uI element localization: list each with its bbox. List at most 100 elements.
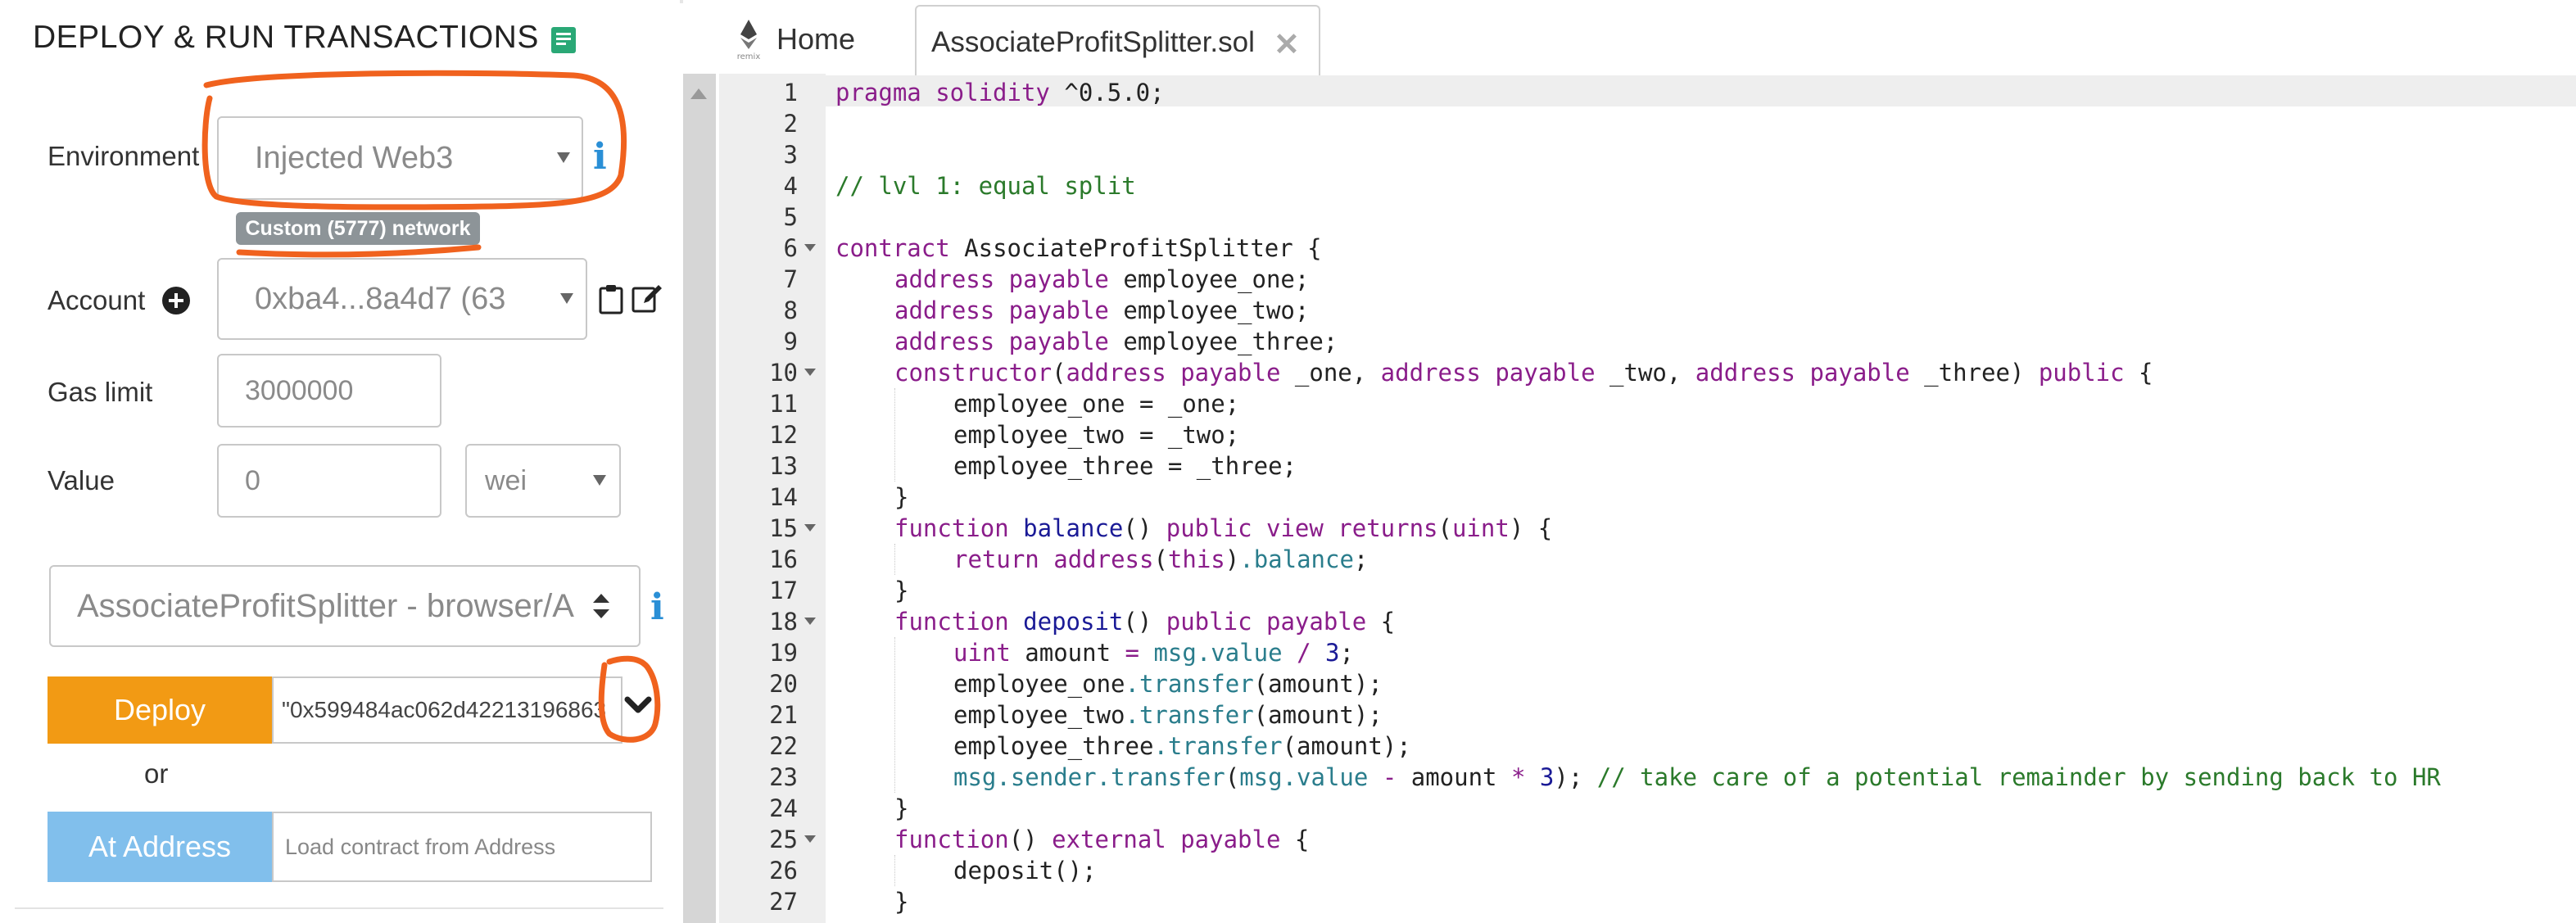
value-input[interactable]: 0 xyxy=(217,444,441,518)
network-badge: Custom (5777) network xyxy=(236,212,480,245)
value-amount: 0 xyxy=(245,464,260,496)
code-line-22: employee_three.transfer(amount); xyxy=(953,732,1411,760)
fold-toggle-icon[interactable] xyxy=(804,369,816,376)
line-number: 3 xyxy=(783,141,798,169)
line-number: 15 xyxy=(769,514,798,542)
value-unit: wei xyxy=(485,464,527,496)
line-number: 10 xyxy=(769,359,798,387)
code-line-18: function deposit() public payable { xyxy=(894,608,1396,636)
indent-guide xyxy=(894,855,895,886)
code-line-26: deposit(); xyxy=(953,857,1097,885)
environment-select[interactable]: Injected Web3 xyxy=(217,116,583,200)
code-line-20: employee_one.transfer(amount); xyxy=(953,670,1383,698)
indent-guide xyxy=(894,544,895,575)
remix-logo-text: remix xyxy=(737,52,761,61)
info-icon[interactable]: i xyxy=(593,136,607,178)
fold-toggle-icon[interactable] xyxy=(804,618,816,625)
line-number: 16 xyxy=(769,545,798,573)
line-number: 17 xyxy=(769,577,798,604)
line-number: 1 xyxy=(783,79,798,106)
line-number: 12 xyxy=(769,421,798,449)
line-number: 8 xyxy=(783,296,798,324)
account-select[interactable]: 0xba4...8a4d7 (63 xyxy=(217,258,587,340)
environment-label: Environment xyxy=(48,141,200,171)
line-number: 22 xyxy=(769,732,798,760)
line-number: 11 xyxy=(769,390,798,418)
code-line-6: contract AssociateProfitSplitter { xyxy=(835,234,1322,262)
line-number: 23 xyxy=(769,763,798,791)
line-number: 26 xyxy=(769,857,798,885)
line-number: 21 xyxy=(769,701,798,729)
line-number: 19 xyxy=(769,639,798,667)
info-icon[interactable]: i xyxy=(650,586,664,628)
line-number: 18 xyxy=(769,608,798,636)
code-line-24: } xyxy=(894,794,909,822)
account-label: Account xyxy=(48,285,146,315)
code-line-15: function balance() public view returns(u… xyxy=(894,514,1553,542)
contract-select-value: AssociateProfitSplitter - browser/A xyxy=(77,587,574,624)
code-line-21: employee_two.transfer(amount); xyxy=(953,701,1383,729)
remix-logo-icon[interactable]: remix xyxy=(729,18,768,61)
chevron-down-icon xyxy=(593,475,606,486)
line-number: 13 xyxy=(769,452,798,480)
environment-value: Injected Web3 xyxy=(255,140,454,175)
code-line-14: } xyxy=(894,483,909,511)
code-line-8: address payable employee_two; xyxy=(894,296,1310,324)
tab-label: AssociateProfitSplitter.sol xyxy=(931,26,1255,58)
tab-associate-profit-splitter[interactable]: AssociateProfitSplitter.sol ✕ xyxy=(915,5,1320,75)
code-line-9: address payable employee_three; xyxy=(894,328,1338,355)
book-icon[interactable] xyxy=(550,26,577,54)
select-arrows-icon xyxy=(593,594,609,618)
chevron-down-icon[interactable] xyxy=(622,693,654,717)
panel-divider xyxy=(15,907,663,909)
code-line-17: } xyxy=(894,577,909,604)
code-line-1: pragma solidity ^0.5.0; xyxy=(835,79,1165,106)
fold-toggle-icon[interactable] xyxy=(804,835,816,843)
code-line-16: return address(this).balance; xyxy=(953,545,1369,573)
plus-circle-icon[interactable] xyxy=(162,287,190,314)
deploy-params-input[interactable]: "0x599484ac062d42213196863 xyxy=(272,676,622,744)
code-line-23: msg.sender.transfer(msg.value - amount *… xyxy=(953,763,2441,791)
line-number: 7 xyxy=(783,265,798,293)
account-value: 0xba4...8a4d7 (63 xyxy=(255,281,506,316)
line-number: 9 xyxy=(783,328,798,355)
gas-limit-value: 3000000 xyxy=(245,374,354,406)
deploy-params-value: "0x599484ac062d42213196863 xyxy=(282,697,607,722)
line-number: 14 xyxy=(769,483,798,511)
code-line-4: // lvl 1: equal split xyxy=(835,172,1136,200)
code-line-11: employee_one = _one; xyxy=(953,390,1240,418)
fold-toggle-icon[interactable] xyxy=(804,244,816,251)
at-address-placeholder: Load contract from Address xyxy=(285,834,556,859)
line-number: 24 xyxy=(769,794,798,822)
scroll-up-icon[interactable] xyxy=(690,88,707,99)
code-line-27: } xyxy=(894,888,909,916)
or-label: or xyxy=(144,758,169,789)
chevron-down-icon xyxy=(557,152,570,163)
indent-guide xyxy=(894,637,895,793)
chevron-down-icon xyxy=(560,293,573,304)
edit-icon[interactable] xyxy=(631,282,663,314)
code-line-12: employee_two = _two; xyxy=(953,421,1240,449)
at-address-input[interactable]: Load contract from Address xyxy=(272,812,652,882)
contract-select[interactable]: AssociateProfitSplitter - browser/A xyxy=(49,565,641,647)
deploy-run-panel: DEPLOY & RUN TRANSACTIONS Environment In… xyxy=(0,0,680,923)
deploy-button[interactable]: Deploy xyxy=(48,676,272,744)
at-address-button[interactable]: At Address xyxy=(48,812,272,882)
line-number: 2 xyxy=(783,110,798,138)
code-line-7: address payable employee_one; xyxy=(894,265,1310,293)
gas-limit-input[interactable]: 3000000 xyxy=(217,354,441,428)
code-line-13: employee_three = _three; xyxy=(953,452,1297,480)
clipboard-icon[interactable] xyxy=(598,283,624,314)
line-number: 5 xyxy=(783,203,798,231)
fold-toggle-icon[interactable] xyxy=(804,524,816,532)
code-line-19: uint amount = msg.value / 3; xyxy=(953,639,1354,667)
close-icon[interactable]: ✕ xyxy=(1274,26,1300,63)
line-number: 4 xyxy=(783,172,798,200)
code-line-25: function() external payable { xyxy=(894,826,1310,853)
value-label: Value xyxy=(48,465,115,495)
indent-guide xyxy=(894,388,895,482)
line-number: 6 xyxy=(783,234,798,262)
editor-scrollbar[interactable] xyxy=(683,74,716,923)
line-number: 20 xyxy=(769,670,798,698)
tab-home[interactable]: Home xyxy=(776,22,855,57)
